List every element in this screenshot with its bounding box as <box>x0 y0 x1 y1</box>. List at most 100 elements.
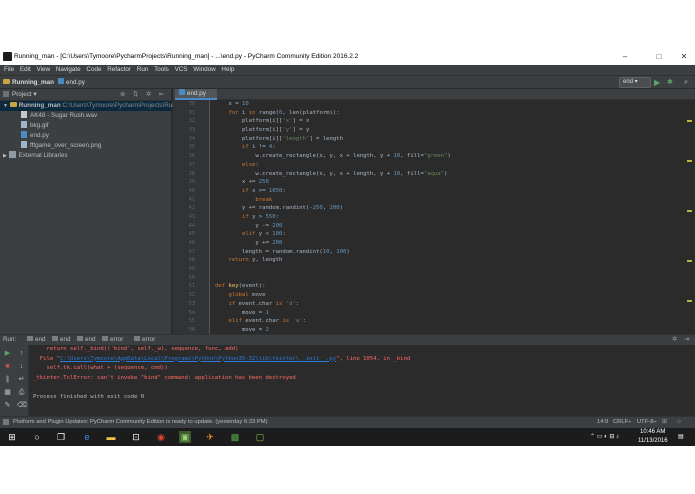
run-settings-icon[interactable]: ✲ <box>672 335 677 345</box>
minimize-button[interactable]: – <box>614 48 636 65</box>
layout-icon[interactable]: ▦ <box>3 388 12 397</box>
editor-tab-bar: end.py <box>173 89 695 100</box>
menu-window[interactable]: Window <box>193 65 215 75</box>
python-run-icon <box>77 336 83 341</box>
tree-item-file[interactable]: fftgame_over_screen.png <box>0 141 171 151</box>
menu-tools[interactable]: Tools <box>154 65 169 75</box>
collapse-icon[interactable]: ⇅ <box>133 89 138 100</box>
line-number: 42 <box>188 205 195 212</box>
breadcrumb-file[interactable]: end.py <box>58 76 85 89</box>
edge-browser-icon[interactable]: e <box>81 431 93 443</box>
menu-refactor[interactable]: Refactor <box>107 65 131 75</box>
tree-item-file[interactable]: end.py <box>0 131 171 141</box>
menu-navigate[interactable]: Navigate <box>56 65 81 75</box>
line-number: 45 <box>188 231 195 238</box>
menu-file[interactable]: File <box>4 65 14 75</box>
maximize-button[interactable]: □ <box>648 48 670 65</box>
wrap-icon[interactable]: ↵ <box>17 375 26 384</box>
tree-root[interactable]: ▼ Running_man C:\Users\Tymoore\PycharmPr… <box>0 101 176 111</box>
run-tab[interactable]: error <box>134 335 155 345</box>
hide-run-panel-icon[interactable]: ⇥ <box>684 335 689 345</box>
tray-icons[interactable]: ⌃ ▭ ◐ ⊟ ♪ <box>590 428 619 446</box>
python-run-icon <box>134 336 140 341</box>
close-button[interactable]: ✕ <box>673 48 695 65</box>
line-separator[interactable]: CRLF÷ <box>613 417 631 428</box>
file-encoding[interactable]: UTF-8÷ <box>637 417 657 428</box>
warning-marker[interactable] <box>687 210 692 212</box>
menu-edit[interactable]: Edit <box>20 65 31 75</box>
console-line: _tkinter.TclError: can't invoke "bind" c… <box>33 374 296 381</box>
debug-icon[interactable]: ✱ <box>667 78 673 88</box>
clock-date[interactable]: 11/13/2016 <box>638 437 668 446</box>
pause-icon[interactable]: ∥ <box>3 375 12 384</box>
tool-windows-icon[interactable] <box>3 419 9 425</box>
line-number: 37 <box>188 161 195 168</box>
settings-icon[interactable]: ✲ <box>146 89 151 100</box>
run-toolbar: ▶ ↑ ■ ↓ ∥ ↵ ▦ ⎙ ✎ ⌫ <box>0 345 29 416</box>
clear-icon[interactable]: ⌫ <box>17 401 27 410</box>
warning-marker[interactable] <box>687 300 692 302</box>
menu-help[interactable]: Help <box>221 65 234 75</box>
rerun-icon[interactable]: ▶ <box>3 349 12 358</box>
menu-run[interactable]: Run <box>137 65 149 75</box>
cortana-search-icon[interactable]: ○ <box>31 431 43 443</box>
line-number: 46 <box>188 240 195 246</box>
line-number: 38 <box>188 170 195 177</box>
menu-code[interactable]: Code <box>86 65 101 75</box>
code-line: else: <box>241 161 259 168</box>
file-explorer-icon[interactable]: ▬ <box>105 431 117 443</box>
run-configuration-select[interactable]: end ▾ <box>619 77 651 88</box>
notifications-icon[interactable]: ▤ <box>678 428 684 446</box>
hide-panel-icon[interactable]: ⇤ <box>159 89 164 100</box>
store-icon[interactable]: ⊡ <box>130 431 142 443</box>
excel-icon[interactable]: ▩ <box>229 431 241 443</box>
python-file-icon <box>179 89 185 95</box>
project-panel: Project ▾ ⊕ ⇅ ✲ ⇤ ▼ Running_man C:\Users… <box>0 89 176 334</box>
audio-file-icon <box>21 111 27 118</box>
line-number: 52 <box>188 292 195 299</box>
run-tab[interactable]: end <box>77 335 96 345</box>
down-arrow-icon[interactable]: ↓ <box>17 362 26 371</box>
inspector-icon[interactable]: ☺ <box>676 417 682 428</box>
search-icon[interactable]: ⌕ <box>684 78 688 88</box>
lock-icon[interactable]: ⊞ <box>662 417 667 428</box>
warning-marker[interactable] <box>687 120 692 122</box>
pin-icon[interactable]: ✎ <box>3 401 12 410</box>
menu-view[interactable]: View <box>37 65 51 75</box>
clock-time[interactable]: 10:46 AM <box>640 428 665 437</box>
project-tree: ▼ Running_man C:\Users\Tymoore\PycharmPr… <box>0 101 176 161</box>
up-arrow-icon[interactable]: ↑ <box>17 349 26 358</box>
python-run-icon <box>27 336 33 341</box>
chrome-icon[interactable]: ◉ <box>155 431 167 443</box>
tree-item-external[interactable]: ▶ External Libraries <box>0 151 171 161</box>
stop-icon[interactable]: ■ <box>3 362 12 371</box>
menu-vcs[interactable]: VCS <box>175 65 188 75</box>
console-line: File "C:\Users\Tymoore\AppData\Local\Pro… <box>33 355 411 362</box>
run-tab[interactable]: error <box>102 335 123 345</box>
windows-start-icon[interactable]: ⊞ <box>6 431 18 443</box>
project-view-select[interactable]: Project ▾ <box>12 89 37 100</box>
run-icon[interactable]: ▶ <box>654 78 660 88</box>
code-editor[interactable]: x = 10 for i in range(0, len(platform)):… <box>211 100 683 334</box>
breadcrumb-project[interactable]: Running_man <box>3 76 54 89</box>
run-console[interactable]: return self._bind(('bind', self._w), seq… <box>29 345 695 416</box>
tab-end-py[interactable]: end.py <box>175 89 217 100</box>
run-tab[interactable]: end <box>52 335 71 345</box>
app-icon[interactable]: ✈ <box>204 431 216 443</box>
line-number: 41 <box>188 196 195 203</box>
pycharm-taskbar-icon[interactable]: ▣ <box>179 431 191 443</box>
tree-item-file[interactable]: AK48 - Sugar Rush.wav <box>0 111 171 121</box>
task-view-icon[interactable]: ❐ <box>55 431 67 443</box>
tree-item-file[interactable]: bkg.gif <box>0 121 171 131</box>
warning-marker[interactable] <box>687 260 692 262</box>
warning-marker[interactable] <box>687 160 692 162</box>
status-message[interactable]: Platform and Plugin Updates: PyCharm Com… <box>13 417 268 428</box>
editor-scrollbar[interactable] <box>683 100 695 334</box>
caret-position[interactable]: 14:9 <box>597 417 608 428</box>
run-tab[interactable]: end <box>27 335 46 345</box>
print-icon[interactable]: ⎙ <box>17 388 26 397</box>
sync-icon[interactable]: ⊕ <box>120 89 125 100</box>
code-line: elif event.char is 'a': <box>228 318 306 325</box>
app-icon[interactable]: ▢ <box>254 431 266 443</box>
